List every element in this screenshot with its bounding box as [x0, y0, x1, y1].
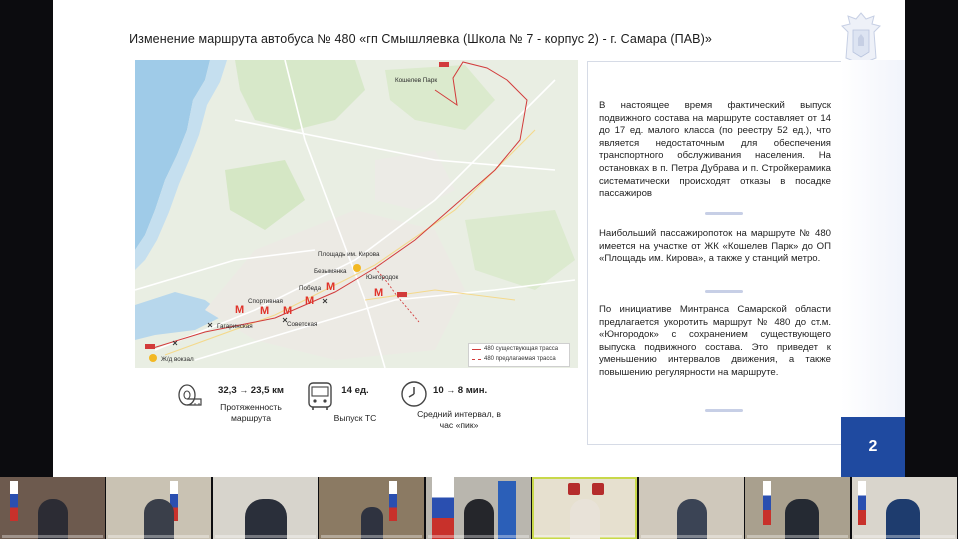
bus-icon [308, 382, 332, 410]
map-legend: 480 существующая трасса 480 предлагаемая… [468, 343, 570, 367]
map-label-yugorodok: Юнгородок [366, 274, 399, 281]
length-label: Протяженность маршрута [220, 402, 282, 423]
metro-icon: M [326, 281, 335, 293]
participant-strip [0, 477, 958, 539]
arrow-right-icon: → [239, 385, 249, 395]
info-panel: В настоящее время фактический выпуск под… [587, 61, 843, 445]
participant-tile[interactable] [425, 477, 531, 539]
interval-from: 10 [433, 385, 444, 396]
map-label-kirova: Площадь им. Кирова [318, 251, 380, 258]
samara-emblem-icon [841, 12, 881, 65]
metro-icon: M [305, 295, 314, 307]
divider [705, 212, 743, 215]
length-from: 32,3 [218, 385, 237, 396]
stat-interval-label-wrap: Средний интервал, в час «пик» [411, 409, 507, 431]
info-paragraph-1: В настоящее время фактический выпуск под… [599, 100, 831, 200]
map-label-sportivnaya: Спортивная [248, 298, 283, 305]
legend-existing: 480 существующая трасса [484, 346, 559, 352]
stop-marker [353, 264, 361, 272]
map-label-gagarinskaya: Гагаринская [217, 323, 253, 330]
info-paragraph-3: По инициативе Минтранса Самарской област… [599, 304, 831, 378]
interval-label: Средний интервал, в час «пик» [417, 409, 501, 430]
participant-tile-active[interactable] [532, 477, 638, 539]
metro-icon: M [235, 304, 244, 316]
map-label-sovetskaya: Советская [287, 321, 317, 328]
stat-interval: 10 → 8 мин. [433, 385, 503, 396]
participant-tile[interactable] [745, 477, 851, 539]
route-map[interactable]: M M M M M M Кошелев Парк Площадь им. Кир… [135, 60, 578, 368]
length-to: 23,5 км [250, 385, 284, 396]
legend-proposed: 480 предлагаемая трасса [484, 356, 556, 362]
map-label-bezymyanka: Безымянка [314, 268, 347, 275]
vehicles-value: 14 ед. [341, 385, 369, 396]
page-number-badge: 2 [841, 417, 905, 477]
slide-title: Изменение маршрута автобуса № 480 «гп См… [129, 32, 712, 46]
arrow-right-icon: → [446, 385, 456, 395]
map-label-vokzal: Ж/д вокзал [161, 356, 194, 363]
participant-tile[interactable] [0, 477, 106, 539]
metro-icon: M [260, 305, 269, 317]
interval-to: 8 мин. [457, 385, 488, 396]
presentation-slide: Изменение маршрута автобуса № 480 «гп См… [53, 0, 905, 477]
metro-icon: M [374, 287, 383, 299]
divider [705, 290, 743, 293]
divider [705, 409, 743, 412]
participant-tile[interactable] [106, 477, 212, 539]
participant-tile[interactable] [638, 477, 744, 539]
metro-icon: M [283, 305, 292, 317]
stop-marker [149, 354, 157, 362]
stat-vehicles-label-wrap: Выпуск ТС [315, 413, 395, 424]
map-label-koshelev: Кошелев Парк [395, 77, 437, 84]
clock-icon [401, 381, 427, 407]
stat-length: 32,3 → 23,5 км Протяженность маршрута [211, 385, 291, 424]
measuring-tape-icon [178, 384, 202, 406]
vehicles-label: Выпуск ТС [333, 413, 377, 423]
participant-tile[interactable] [319, 477, 425, 539]
participant-tile[interactable] [212, 477, 318, 539]
side-decoration [841, 60, 905, 417]
map-label-pobeda: Победа [299, 284, 322, 292]
info-paragraph-2: Наибольший пассажиропоток на маршруте № … [599, 228, 831, 265]
participant-tile[interactable] [851, 477, 957, 539]
stat-vehicles: 14 ед. [335, 385, 375, 396]
